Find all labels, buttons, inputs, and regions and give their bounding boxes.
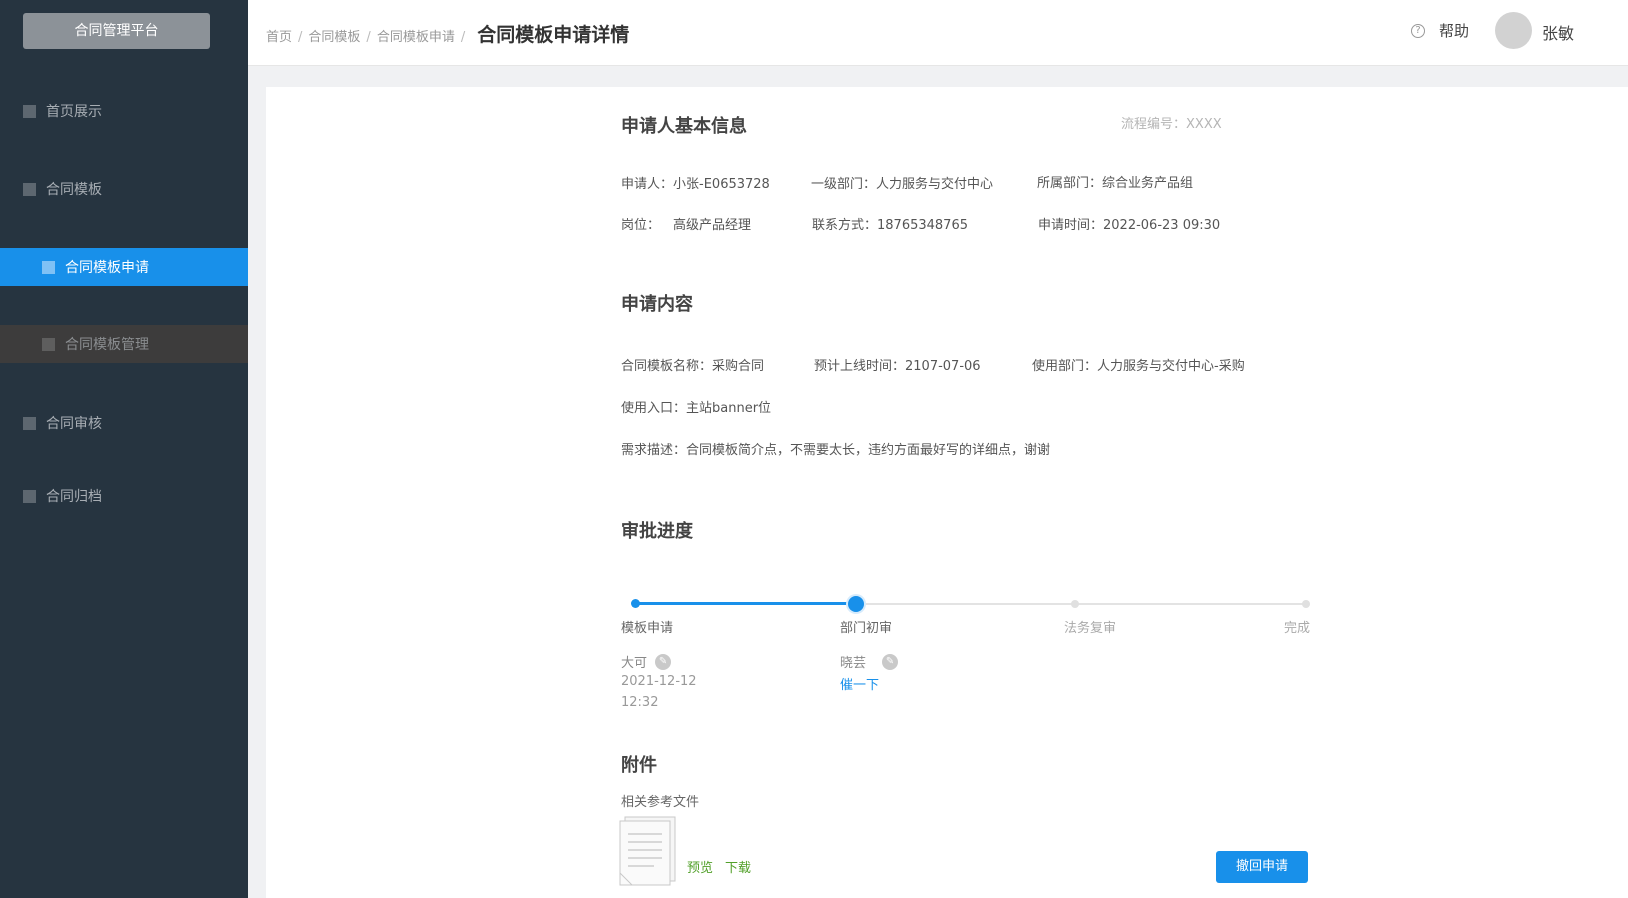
sidebar-item-label: 合同模板申请 (65, 260, 149, 276)
square-icon (23, 489, 36, 503)
download-link[interactable]: 下载 (725, 857, 751, 876)
sidebar-item-label: 合同模板管理 (65, 337, 149, 353)
sidebar-item-home[interactable]: 首页展示 (0, 92, 248, 130)
content-section-title: 申请内容 (621, 294, 693, 315)
field-value: 2022-06-23 09:30 (1103, 218, 1221, 233)
step-label: 法务复审 (1064, 621, 1117, 636)
field-label: 联系方式： (812, 218, 878, 233)
breadcrumb-separator: / (460, 30, 466, 45)
applicant-field: 申请人：小张-E0653728 (621, 173, 770, 192)
field-label: 预计上线时间： (814, 359, 906, 374)
header: 首页 / 合同模板 / 合同模板申请 / 合同模板申请详情 ? 帮助 张敏 (248, 0, 1628, 66)
breadcrumb-template-application[interactable]: 合同模板申请 (377, 26, 455, 45)
step-date: 2021-12-12 (621, 674, 697, 689)
content-field: 使用入口：主站banner位 (621, 397, 771, 416)
field-value: 18765348765 (877, 218, 968, 233)
breadcrumb-contract-templates[interactable]: 合同模板 (308, 26, 360, 45)
step-label: 部门初审 (840, 621, 893, 636)
page-title: 合同模板申请详情 (477, 24, 630, 46)
field-label: 岗位： (621, 218, 661, 233)
step-dot-current (848, 596, 864, 612)
flow-number-value: XXXX (1186, 117, 1222, 132)
main-content: 申请人基本信息 流程编号：XXXX 申请人：小张-E0653728 一级部门：人… (266, 87, 1628, 898)
field-label: 使用部门： (1032, 359, 1098, 374)
sidebar-item-template-application[interactable]: 合同模板申请 (0, 248, 248, 286)
field-value: 高级产品经理 (673, 218, 752, 233)
square-icon (42, 337, 55, 351)
approver-name: 晓芸 (840, 656, 867, 671)
flow-number: 流程编号：XXXX (1121, 113, 1222, 132)
sidebar-item-label: 合同模板 (46, 182, 102, 198)
step-approver: 晓芸 ✎ (840, 652, 899, 671)
content-field: 需求描述：合同模板简介点，不需要太长，违约方面最好写的详细点，谢谢 (621, 439, 1050, 458)
content-field: 使用部门：人力服务与交付中心-采购 (1032, 355, 1245, 374)
sidebar-item-label: 合同归档 (46, 489, 102, 505)
question-icon: ? (1411, 23, 1425, 38)
document-icon[interactable] (619, 816, 677, 886)
field-value: 采购合同 (712, 359, 765, 374)
field-value: 综合业务产品组 (1102, 176, 1194, 191)
preview-link[interactable]: 预览 (687, 857, 713, 876)
step-approver: 大可 ✎ (621, 652, 672, 671)
applicant-section-title: 申请人基本信息 (621, 116, 747, 137)
sidebar: 合同管理平台 首页展示 合同模板 合同模板申请 合同模板管理 合同审核 合同归档 (0, 0, 248, 898)
sidebar-item-template-management[interactable]: 合同模板管理 (0, 325, 248, 363)
square-icon (23, 182, 36, 196)
step-dot-done (631, 599, 640, 608)
message-icon[interactable]: ✎ (655, 653, 672, 670)
field-label: 申请时间： (1038, 218, 1104, 233)
breadcrumb-separator: / (366, 30, 371, 45)
field-value: 合同模板简介点，不需要太长，违约方面最好写的详细点，谢谢 (686, 443, 1051, 458)
applicant-field: 联系方式：18765348765 (812, 214, 968, 233)
field-value: 主站banner位 (686, 401, 772, 416)
attachment-file-label: 相关参考文件 (621, 795, 700, 810)
applicant-field: 一级部门：人力服务与交付中心 (811, 173, 993, 192)
square-icon (23, 416, 36, 430)
field-label: 使用入口： (621, 401, 687, 416)
step-time: 12:32 (621, 695, 659, 710)
step-dot-pending (1071, 600, 1079, 608)
step-label: 模板申请 (621, 621, 674, 636)
approver-name: 大可 (621, 656, 648, 671)
field-label: 申请人： (621, 177, 674, 192)
breadcrumb-home[interactable]: 首页 (266, 26, 292, 45)
username[interactable]: 张敏 (1542, 20, 1574, 44)
step-label: 完成 (1284, 621, 1311, 636)
sidebar-item-contract-review[interactable]: 合同审核 (0, 404, 248, 442)
attachment-section-title: 附件 (621, 755, 657, 776)
sidebar-item-label: 合同审核 (46, 416, 102, 432)
square-icon (23, 104, 36, 118)
revoke-application-button[interactable]: 撤回申请 (1216, 851, 1308, 883)
applicant-field: 申请时间：2022-06-23 09:30 (1038, 214, 1220, 233)
field-value: 人力服务与交付中心-采购 (1097, 359, 1245, 374)
step-dot-pending (1302, 600, 1310, 608)
brand-button[interactable]: 合同管理平台 (23, 13, 210, 49)
field-label: 所属部门： (1037, 176, 1103, 191)
help-link[interactable]: ? 帮助 (1411, 20, 1469, 41)
urge-link[interactable]: 催一下 (840, 674, 879, 693)
sidebar-item-label: 首页展示 (46, 104, 102, 120)
flow-number-label: 流程编号： (1121, 117, 1187, 132)
help-label: 帮助 (1439, 22, 1470, 40)
field-label: 需求描述： (621, 443, 687, 458)
field-value: 2107-07-06 (905, 359, 981, 374)
progress-fill (635, 602, 857, 605)
content-field: 合同模板名称：采购合同 (621, 355, 764, 374)
sidebar-item-contract-templates[interactable]: 合同模板 (0, 170, 248, 208)
breadcrumb-separator: / (298, 30, 303, 45)
applicant-field: 岗位： 高级产品经理 (621, 214, 751, 233)
sidebar-item-contract-archive[interactable]: 合同归档 (0, 477, 248, 515)
field-label: 合同模板名称： (621, 359, 713, 374)
breadcrumb: 首页 / 合同模板 / 合同模板申请 / 合同模板申请详情 (266, 20, 629, 47)
avatar[interactable] (1495, 12, 1532, 49)
square-icon (42, 260, 55, 274)
content-field: 预计上线时间：2107-07-06 (814, 355, 981, 374)
progress-section-title: 审批进度 (621, 521, 693, 542)
field-label: 一级部门： (811, 177, 877, 192)
field-value: 小张-E0653728 (673, 177, 770, 192)
applicant-field: 所属部门：综合业务产品组 (1037, 172, 1193, 191)
message-icon[interactable]: ✎ (882, 653, 899, 670)
field-value: 人力服务与交付中心 (876, 177, 994, 192)
